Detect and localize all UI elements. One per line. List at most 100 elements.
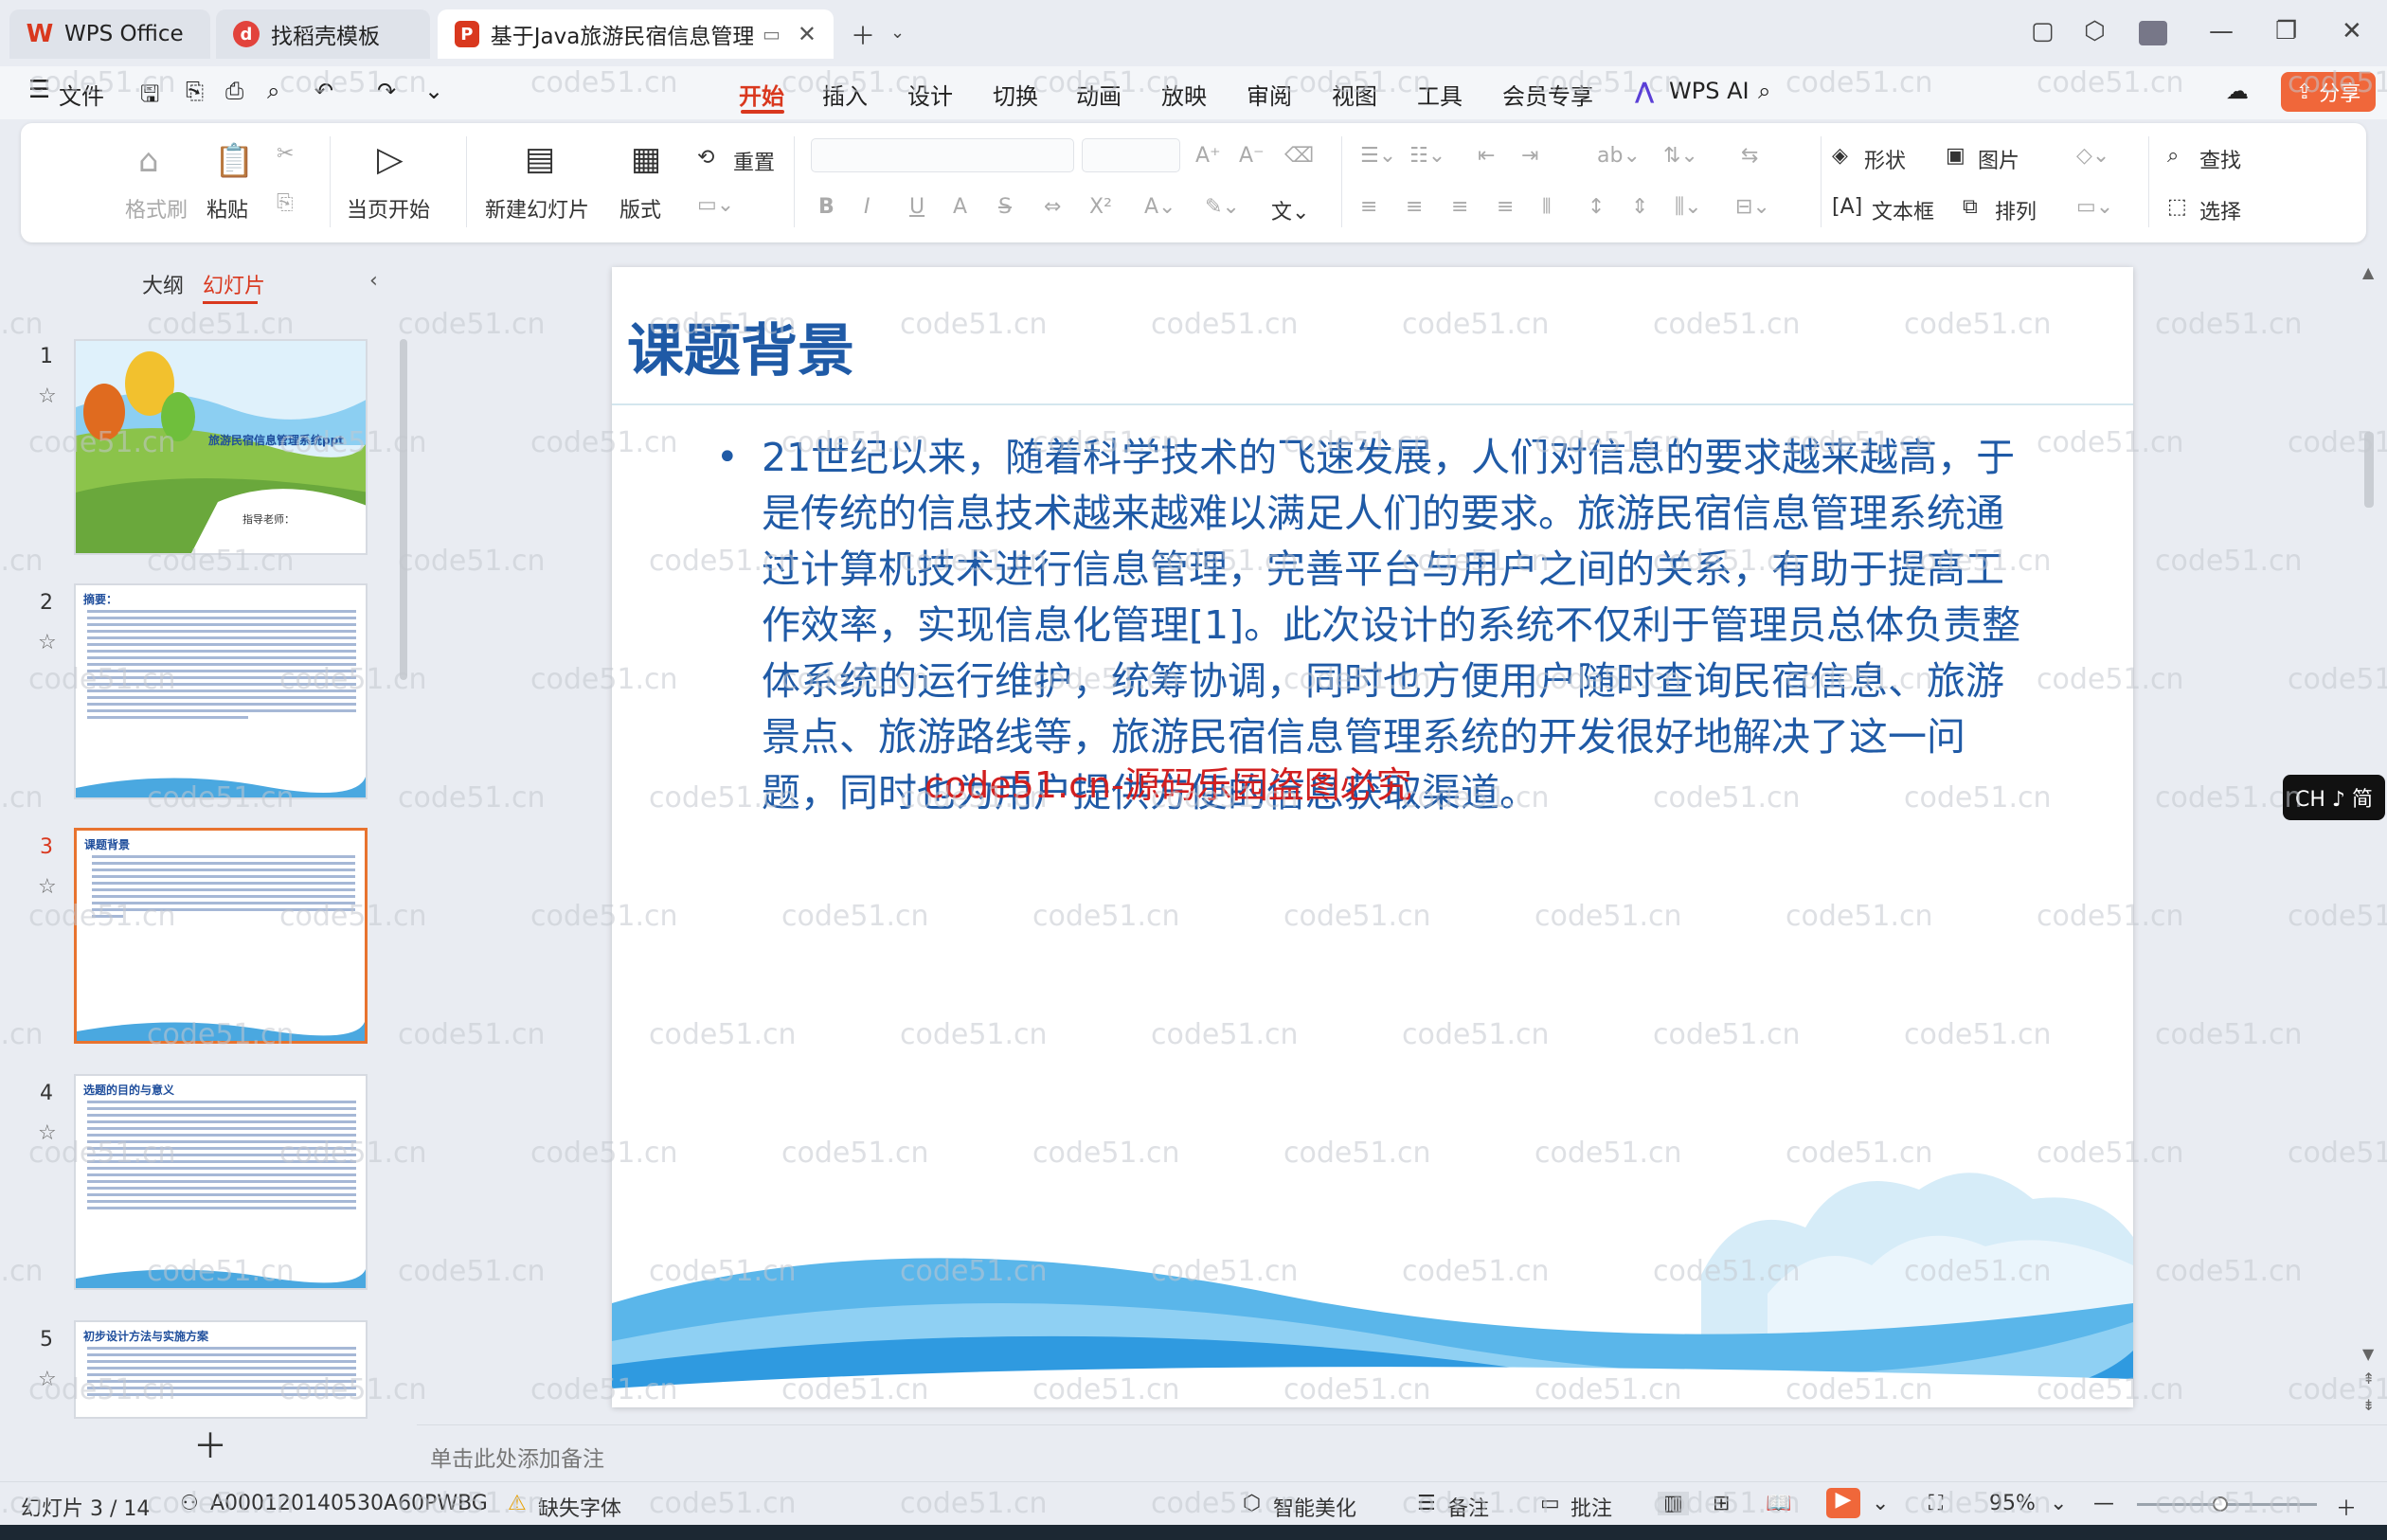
slide-thumbnail-3[interactable]: 课题背景 bbox=[74, 828, 368, 1044]
menu-tab-animation[interactable]: 动画 bbox=[1076, 78, 1122, 111]
font-family-select[interactable] bbox=[811, 138, 1074, 172]
increase-font-icon[interactable]: A⁺ bbox=[1195, 144, 1221, 168]
current-slide[interactable]: 课题背景 • 21世纪以来，随着科学技术的飞速发展，人们对信息的要求越来越高，于… bbox=[612, 267, 2133, 1407]
italic-icon[interactable]: I bbox=[864, 195, 870, 219]
layout-button[interactable]: 版式 bbox=[619, 193, 661, 224]
decrease-indent-icon[interactable]: ⇤ bbox=[1478, 144, 1495, 168]
zoom-level[interactable]: 95% bbox=[1989, 1492, 2036, 1515]
prev-slide-icon[interactable]: ⇞ bbox=[2362, 1370, 2375, 1388]
shape-button[interactable]: 形状 bbox=[1864, 144, 1906, 174]
clear-format-icon[interactable]: ⌫ bbox=[1284, 144, 1314, 168]
arrange-button[interactable]: 排列 bbox=[1995, 195, 2037, 225]
align-right-icon[interactable]: ≡ bbox=[1451, 195, 1468, 219]
slideshow-chevron-icon[interactable]: ⌄ bbox=[1872, 1492, 1889, 1515]
decrease-font-icon[interactable]: A⁻ bbox=[1239, 144, 1265, 168]
cube-icon[interactable]: ⬡ bbox=[2084, 17, 2106, 45]
increase-indent-icon[interactable]: ⇥ bbox=[1521, 144, 1538, 168]
star-icon[interactable]: ☆ bbox=[38, 385, 57, 408]
font-size-select[interactable] bbox=[1082, 138, 1180, 172]
tab-slides[interactable]: 幻灯片 bbox=[203, 269, 265, 299]
convert-icon[interactable]: ⇆ bbox=[1741, 144, 1758, 168]
slide-thumbnail-4[interactable]: 选题的目的与意义 bbox=[74, 1074, 368, 1290]
bullet-list-icon[interactable]: ☰⌄ bbox=[1360, 144, 1396, 168]
slide-thumbnail-5[interactable]: 初步设计方法与实施方案 bbox=[74, 1320, 368, 1419]
menu-file[interactable]: 文件 bbox=[59, 78, 104, 111]
notes-toggle-button[interactable]: 备注 bbox=[1447, 1492, 1489, 1522]
star-icon[interactable]: ☆ bbox=[38, 1368, 57, 1391]
scroll-up-icon[interactable]: ▲ bbox=[2362, 263, 2374, 281]
textbox-button[interactable]: 文本框 bbox=[1872, 195, 1934, 225]
tab-wps-office[interactable]: W WPS Office bbox=[9, 9, 210, 59]
menu-wps-ai[interactable]: WPS AI bbox=[1669, 78, 1750, 104]
new-slide-button[interactable]: 新建幻灯片 bbox=[485, 193, 589, 224]
hamburger-icon[interactable]: ☰ bbox=[28, 76, 50, 104]
justify-icon[interactable]: ≡ bbox=[1497, 195, 1514, 219]
sorter-view-icon[interactable]: ⊞ bbox=[1713, 1492, 1730, 1515]
star-icon[interactable]: ☆ bbox=[38, 631, 57, 654]
print-icon[interactable]: ⎙ bbox=[225, 78, 243, 104]
find-button[interactable]: 查找 bbox=[2199, 144, 2241, 174]
play-from-current-button[interactable]: 当页开始 bbox=[347, 193, 430, 224]
highlight-icon[interactable]: ✎⌄ bbox=[1205, 195, 1240, 219]
notes-pane[interactable]: 单击此处添加备注 bbox=[417, 1424, 2387, 1481]
menu-tab-design[interactable]: 设计 bbox=[907, 78, 953, 111]
avatar[interactable] bbox=[2139, 21, 2167, 45]
export-icon[interactable]: ⎘ bbox=[186, 78, 204, 104]
zoom-out-icon[interactable]: — bbox=[2093, 1492, 2114, 1515]
phonetic-icon[interactable]: 文⌄ bbox=[1271, 195, 1309, 225]
paste-button[interactable]: 粘贴 bbox=[206, 193, 248, 224]
reading-view-icon[interactable]: 📖 bbox=[1766, 1492, 1791, 1515]
scroll-down-icon[interactable]: ▼ bbox=[2362, 1345, 2374, 1363]
chevron-down-icon[interactable]: ⌄ bbox=[890, 23, 905, 43]
text-shadow-icon[interactable]: A bbox=[953, 195, 967, 219]
window-layout-icon[interactable]: ▢ bbox=[2031, 17, 2055, 45]
close-tab-icon[interactable]: ✕ bbox=[798, 21, 817, 47]
editor-scrollbar[interactable] bbox=[2364, 432, 2374, 508]
menu-tab-transition[interactable]: 切换 bbox=[993, 78, 1038, 111]
zoom-slider-handle[interactable] bbox=[2213, 1496, 2228, 1512]
columns-icon[interactable]: ⫼⌄ bbox=[1675, 195, 1702, 219]
copy-icon[interactable]: ⎘ bbox=[277, 191, 294, 215]
minimize-icon[interactable]: — bbox=[2209, 17, 2234, 45]
collapse-panel-icon[interactable]: ‹ bbox=[369, 269, 378, 293]
char-spacing-icon[interactable]: ⇔ bbox=[1044, 195, 1061, 219]
align-center-icon[interactable]: ≡ bbox=[1406, 195, 1423, 219]
maximize-icon[interactable]: ❐ bbox=[2275, 17, 2297, 45]
next-slide-icon[interactable]: ⇟ bbox=[2362, 1396, 2375, 1414]
font-color-icon[interactable]: A⌄ bbox=[1144, 195, 1176, 219]
superscript-icon[interactable]: X² bbox=[1089, 195, 1112, 219]
star-icon[interactable]: ☆ bbox=[38, 1121, 57, 1145]
text-align-icon[interactable]: ⊟⌄ bbox=[1735, 195, 1770, 219]
menu-tab-view[interactable]: 视图 bbox=[1332, 78, 1377, 111]
menu-tab-review[interactable]: 审阅 bbox=[1247, 78, 1292, 111]
undo-icon[interactable]: ↶ bbox=[314, 78, 333, 104]
add-slide-icon[interactable]: ＋ bbox=[193, 1419, 227, 1468]
print-preview-icon[interactable]: ⌕ bbox=[267, 78, 279, 104]
slide-title[interactable]: 课题背景 bbox=[627, 305, 854, 387]
numbered-list-icon[interactable]: ☷⌄ bbox=[1409, 144, 1445, 168]
menu-tab-insert[interactable]: 插入 bbox=[822, 78, 868, 111]
zoom-chevron-icon[interactable]: ⌄ bbox=[2050, 1492, 2067, 1515]
bold-icon[interactable]: B bbox=[818, 195, 835, 219]
tab-docer-templates[interactable]: d 找稻壳模板 bbox=[216, 9, 430, 59]
tab-outline[interactable]: 大纲 bbox=[142, 269, 184, 299]
more-chevron-icon[interactable]: ⌄ bbox=[424, 78, 443, 104]
close-window-icon[interactable]: ✕ bbox=[2342, 17, 2362, 45]
section-icon[interactable]: ▭⌄ bbox=[697, 193, 734, 217]
missing-font-button[interactable]: 缺失字体 bbox=[538, 1492, 621, 1522]
fill-icon[interactable]: ◇⌄ bbox=[2076, 144, 2109, 168]
format-painter-button[interactable]: 格式刷 bbox=[125, 193, 188, 224]
distribute-icon[interactable]: ⦀ bbox=[1542, 195, 1552, 219]
smart-beautify-button[interactable]: 智能美化 bbox=[1273, 1492, 1356, 1522]
slideshow-play-icon[interactable]: ▶ bbox=[1826, 1488, 1860, 1518]
reset-button[interactable]: 重置 bbox=[733, 146, 775, 176]
fit-window-icon[interactable]: ⛶ bbox=[1929, 1492, 1943, 1515]
share-button[interactable]: ⇪ 分享 bbox=[2281, 72, 2376, 112]
thumbnail-scrollbar[interactable] bbox=[400, 339, 407, 680]
outline-icon[interactable]: ▭⌄ bbox=[2076, 195, 2113, 219]
tab-current-document[interactable]: P 基于Java旅游民宿信息管理系 ▭ ✕ bbox=[438, 9, 834, 59]
cut-icon[interactable]: ✂ bbox=[277, 142, 294, 166]
new-tab-icon[interactable]: ＋ bbox=[851, 17, 875, 52]
menu-tab-member[interactable]: 会员专享 bbox=[1502, 78, 1593, 111]
select-button[interactable]: 选择 bbox=[2199, 195, 2241, 225]
